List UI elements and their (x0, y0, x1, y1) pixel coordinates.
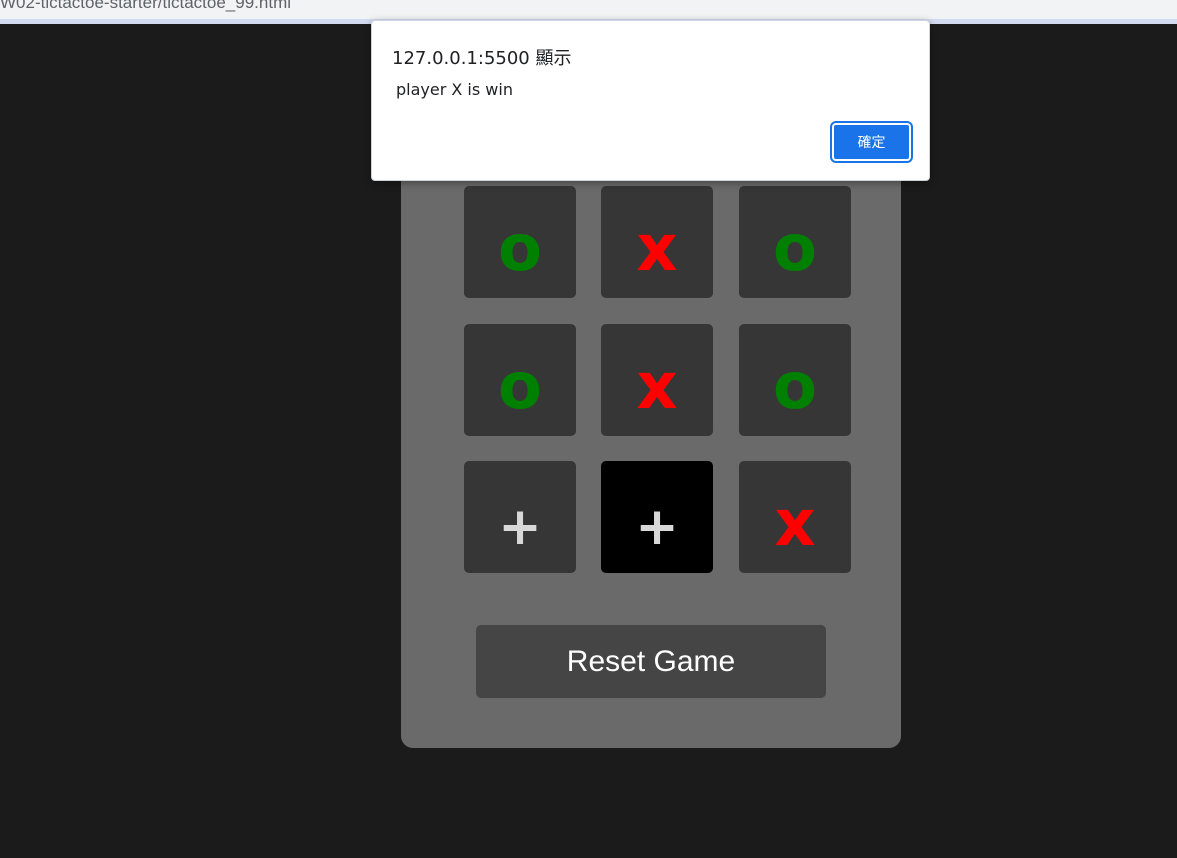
dialog-ok-button[interactable]: 確定 (830, 121, 913, 163)
dialog-title: 127.0.0.1:5500 顯示 (392, 48, 572, 69)
game-panel: o x o o x o + + x Reset Game (401, 150, 901, 748)
alert-dialog: 127.0.0.1:5500 顯示 player X is win 確定 (371, 20, 930, 181)
board-cell-4[interactable]: o (464, 324, 576, 436)
board-cell-3[interactable]: o (739, 186, 851, 298)
board-cell-1[interactable]: o (464, 186, 576, 298)
board-cell-6[interactable]: o (739, 324, 851, 436)
board-cell-2[interactable]: x (601, 186, 713, 298)
dialog-message: player X is win (396, 80, 513, 99)
board-cell-7[interactable]: + (464, 461, 576, 573)
reset-game-button[interactable]: Reset Game (476, 625, 826, 698)
board-cell-9[interactable]: x (739, 461, 851, 573)
board-cell-8[interactable]: + (601, 461, 713, 573)
url-text: W02-tictactoe-starter/tictactoe_99.html (0, 0, 292, 12)
board-cell-5[interactable]: x (601, 324, 713, 436)
